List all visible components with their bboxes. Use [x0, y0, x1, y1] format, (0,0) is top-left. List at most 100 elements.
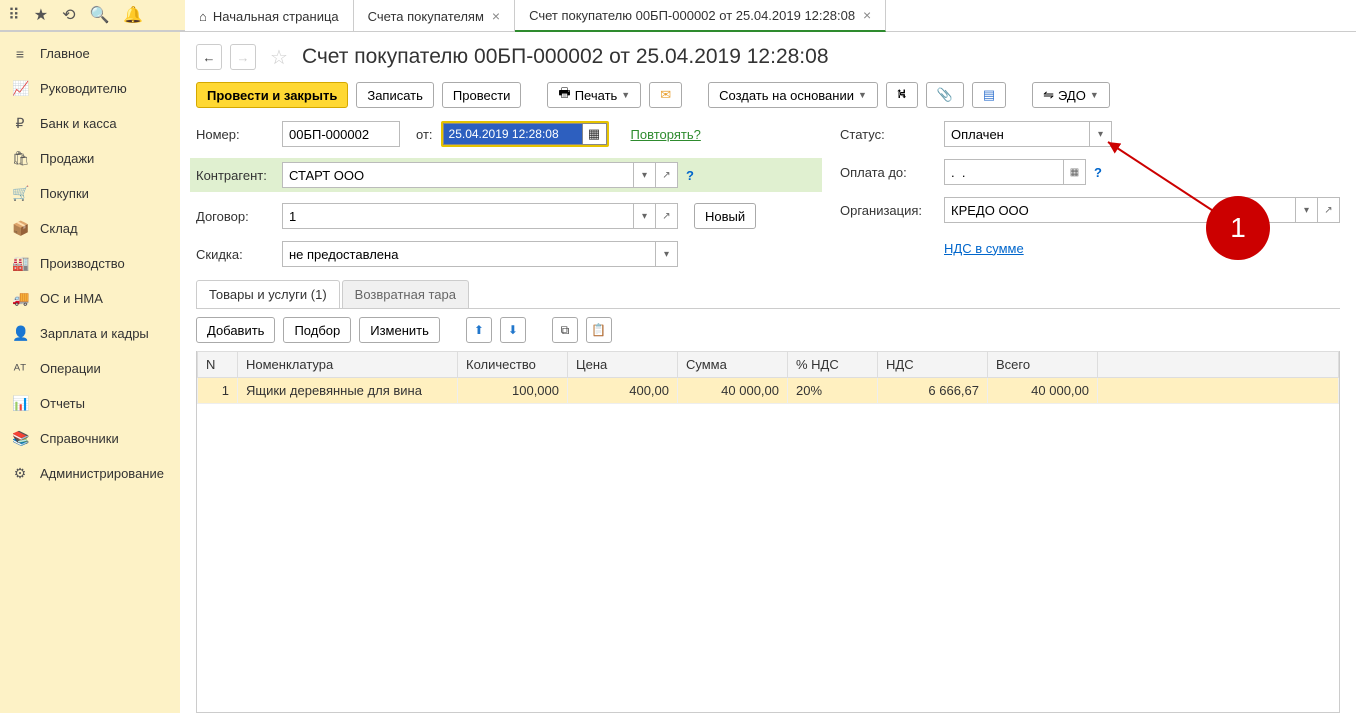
- doc-icon: ▤: [983, 87, 995, 103]
- edit-row-button[interactable]: Изменить: [359, 317, 440, 343]
- dropdown-icon[interactable]: ▾: [634, 162, 656, 188]
- col-price[interactable]: Цена: [568, 352, 678, 378]
- create-based-button[interactable]: Создать на основании▼: [708, 82, 878, 108]
- pick-button[interactable]: Подбор: [283, 317, 351, 343]
- edo-icon: ⇋: [1043, 87, 1054, 103]
- sidebar-item-hr[interactable]: 👤Зарплата и кадры: [0, 316, 180, 351]
- sidebar-item-manager[interactable]: 📈Руководителю: [0, 71, 180, 106]
- help-icon[interactable]: ?: [686, 168, 694, 183]
- repeat-link[interactable]: Повторять?: [631, 127, 701, 142]
- open-icon[interactable]: ↗: [656, 162, 678, 188]
- sidebar-label: Банк и касса: [40, 116, 117, 131]
- bars-icon: 📊: [12, 395, 28, 412]
- back-button[interactable]: ←: [196, 44, 222, 70]
- col-vat[interactable]: НДС: [878, 352, 988, 378]
- sidebar-item-catalogs[interactable]: 📚Справочники: [0, 421, 180, 456]
- items-grid: N Номенклатура Количество Цена Сумма % Н…: [196, 351, 1340, 713]
- dropdown-icon[interactable]: ▾: [656, 241, 678, 267]
- contract-input[interactable]: [282, 203, 634, 229]
- structure-button[interactable]: ⛕: [886, 82, 918, 108]
- star-icon[interactable]: ★: [34, 5, 48, 25]
- cell-total[interactable]: 40 000,00: [988, 378, 1098, 404]
- close-icon[interactable]: ×: [492, 8, 500, 24]
- post-and-close-button[interactable]: Провести и закрыть: [196, 82, 348, 108]
- sidebar-label: ОС и НМА: [40, 291, 103, 306]
- tab-goods[interactable]: Товары и услуги (1): [196, 280, 340, 308]
- sidebar-item-purchases[interactable]: 🛒Покупки: [0, 176, 180, 211]
- print-label: Печать: [575, 88, 618, 103]
- sidebar-item-stock[interactable]: 📦Склад: [0, 211, 180, 246]
- open-icon[interactable]: ↗: [656, 203, 678, 229]
- sidebar-item-sales[interactable]: 🛍Продажи: [0, 141, 180, 176]
- tab-tare[interactable]: Возвратная тара: [342, 280, 469, 308]
- truck-icon: 🚚: [12, 290, 28, 307]
- cell-qty[interactable]: 100,000: [458, 378, 568, 404]
- edo-label: ЭДО: [1058, 88, 1086, 103]
- sidebar-item-reports[interactable]: 📊Отчеты: [0, 386, 180, 421]
- cart-icon: 🛒: [12, 185, 28, 202]
- dropdown-icon[interactable]: ▾: [634, 203, 656, 229]
- search-icon[interactable]: 🔍: [89, 5, 109, 25]
- cell-price[interactable]: 400,00: [568, 378, 678, 404]
- col-total[interactable]: Всего: [988, 352, 1098, 378]
- factory-icon: 🏭: [12, 255, 28, 272]
- sidebar-label: Администрирование: [40, 466, 164, 481]
- dropdown-icon[interactable]: ▾: [1296, 197, 1318, 223]
- help-icon[interactable]: ?: [1094, 165, 1102, 180]
- date-input[interactable]: [443, 123, 583, 145]
- new-contract-button[interactable]: Новый: [694, 203, 756, 229]
- col-nomenclature[interactable]: Номенклатура: [238, 352, 458, 378]
- sidebar-item-production[interactable]: 🏭Производство: [0, 246, 180, 281]
- move-up-button[interactable]: ⬆: [466, 317, 492, 343]
- col-sum[interactable]: Сумма: [678, 352, 788, 378]
- add-row-button[interactable]: Добавить: [196, 317, 275, 343]
- forward-button[interactable]: →: [230, 44, 256, 70]
- sidebar-item-assets[interactable]: 🚚 ОС и НМА: [0, 281, 180, 316]
- tab-invoices[interactable]: Счета покупателям ×: [354, 0, 515, 32]
- dropdown-icon[interactable]: ▾: [1090, 121, 1112, 147]
- sidebar-item-bank[interactable]: ₽Банк и касса: [0, 106, 180, 141]
- save-button[interactable]: Записать: [356, 82, 434, 108]
- print-button[interactable]: 🖶Печать▼: [547, 82, 641, 108]
- paste-button[interactable]: 📋: [586, 317, 612, 343]
- favorite-icon[interactable]: ☆: [270, 45, 288, 70]
- col-n[interactable]: N: [198, 352, 238, 378]
- open-icon[interactable]: ↗: [1318, 197, 1340, 223]
- cell-n[interactable]: 1: [198, 378, 238, 404]
- calendar-icon[interactable]: ▦: [1064, 159, 1086, 185]
- cell-vat-pct[interactable]: 20%: [788, 378, 878, 404]
- bell-icon[interactable]: 🔔: [123, 5, 143, 25]
- printer-icon: 🖶: [558, 84, 570, 106]
- vat-mode-link[interactable]: НДС в сумме: [944, 241, 1024, 256]
- move-down-button[interactable]: ⬇: [500, 317, 526, 343]
- email-button[interactable]: ✉: [649, 82, 682, 108]
- table-row[interactable]: 1 Ящики деревянные для вина 100,000 400,…: [198, 378, 1339, 404]
- tab-invoice-document[interactable]: Счет покупателю 00БП-000002 от 25.04.201…: [515, 0, 886, 32]
- number-label: Номер:: [196, 127, 274, 142]
- edo-button[interactable]: ⇋ ЭДО▼: [1032, 82, 1110, 108]
- col-vat-pct[interactable]: % НДС: [788, 352, 878, 378]
- sidebar-item-admin[interactable]: ⚙Администрирование: [0, 456, 180, 491]
- copy-button[interactable]: ⧉: [552, 317, 578, 343]
- cell-nom[interactable]: Ящики деревянные для вина: [238, 378, 458, 404]
- cell-vat[interactable]: 6 666,67: [878, 378, 988, 404]
- attach-button[interactable]: 📎: [926, 82, 964, 108]
- history-icon[interactable]: ⟲: [62, 5, 75, 25]
- sidebar-item-main[interactable]: ≡Главное: [0, 36, 180, 71]
- contractor-input[interactable]: [282, 162, 634, 188]
- sidebar-item-operations[interactable]: ᴬᵀОперации: [0, 351, 180, 386]
- number-input[interactable]: [282, 121, 400, 147]
- report-button[interactable]: ▤: [972, 82, 1006, 108]
- close-icon[interactable]: ×: [863, 7, 871, 23]
- col-qty[interactable]: Количество: [458, 352, 568, 378]
- discount-input[interactable]: [282, 241, 656, 267]
- apps-icon[interactable]: ⠿: [8, 5, 20, 25]
- post-button[interactable]: Провести: [442, 82, 522, 108]
- status-input[interactable]: [944, 121, 1090, 147]
- sidebar-label: Главное: [40, 46, 90, 61]
- cell-sum[interactable]: 40 000,00: [678, 378, 788, 404]
- calendar-icon[interactable]: ▦: [583, 123, 607, 145]
- tab-home[interactable]: ⌂ Начальная страница: [185, 0, 354, 32]
- payuntil-input[interactable]: [944, 159, 1064, 185]
- create-based-label: Создать на основании: [719, 88, 854, 103]
